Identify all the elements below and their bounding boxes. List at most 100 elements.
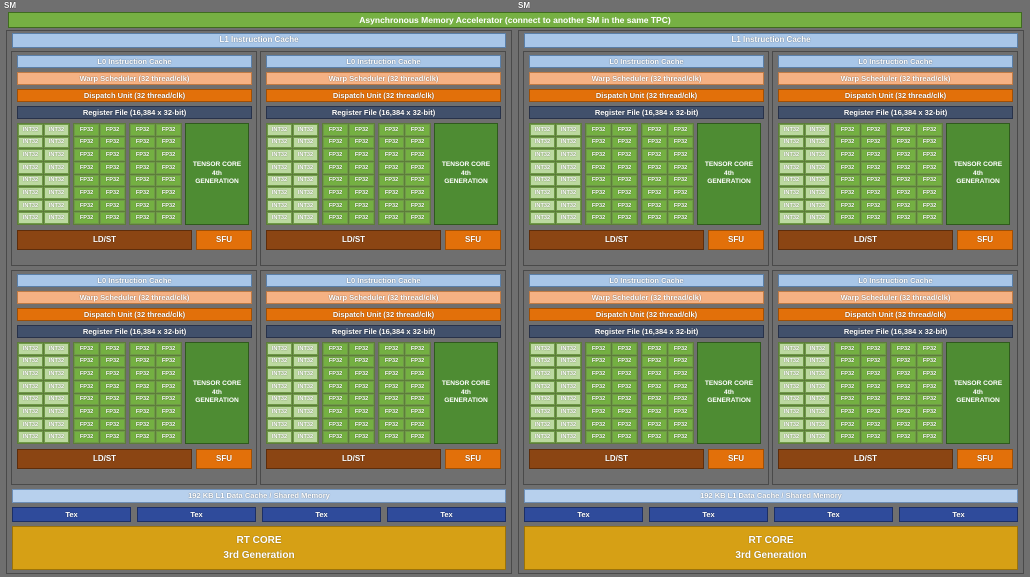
fp32-core-group: FP32FP32FP32FP32FP32FP32FP32FP32FP32FP32… bbox=[890, 123, 943, 225]
int32-core: INT32 bbox=[556, 419, 581, 431]
tensor-core-generation-number: 4th bbox=[973, 170, 983, 179]
int32-core: INT32 bbox=[44, 137, 69, 149]
fp32-core: FP32 bbox=[156, 200, 181, 212]
core-row: INT32INT32 bbox=[18, 368, 69, 380]
int32-core: INT32 bbox=[805, 394, 830, 406]
fp32-core: FP32 bbox=[100, 381, 125, 393]
special-function-unit: SFU bbox=[445, 449, 501, 469]
core-row: FP32FP32 bbox=[642, 356, 693, 368]
fp32-core: FP32 bbox=[612, 356, 637, 368]
fp32-core: FP32 bbox=[405, 419, 430, 431]
fp32-core-group: FP32FP32FP32FP32FP32FP32FP32FP32FP32FP32… bbox=[585, 123, 638, 225]
fp32-core: FP32 bbox=[668, 394, 693, 406]
fp32-core: FP32 bbox=[130, 406, 155, 418]
fp32-core: FP32 bbox=[835, 431, 860, 443]
core-row: FP32FP32 bbox=[642, 137, 693, 149]
warp-scheduler: Warp Scheduler (32 thread/clk) bbox=[529, 72, 764, 85]
core-row: FP32FP32 bbox=[835, 149, 886, 161]
tex-unit: Tex bbox=[12, 507, 131, 522]
core-row: FP32FP32 bbox=[891, 212, 942, 224]
fp32-core: FP32 bbox=[100, 356, 125, 368]
l0-instruction-cache: L0 Instruction Cache bbox=[778, 274, 1013, 287]
tensor-core: TENSOR CORE4thGENERATION bbox=[434, 342, 498, 444]
int32-core: INT32 bbox=[779, 406, 804, 418]
int32-core: INT32 bbox=[779, 431, 804, 443]
fp32-core-group: FP32FP32FP32FP32FP32FP32FP32FP32FP32FP32… bbox=[641, 342, 694, 444]
int32-core: INT32 bbox=[530, 124, 555, 136]
core-row: INT32INT32 bbox=[530, 200, 581, 212]
register-file: Register File (16,384 x 32-bit) bbox=[529, 325, 764, 338]
fp32-core: FP32 bbox=[835, 212, 860, 224]
fp32-core: FP32 bbox=[891, 406, 916, 418]
load-store-unit: LD/ST bbox=[778, 230, 953, 250]
fp32-core: FP32 bbox=[642, 162, 667, 174]
fp32-core: FP32 bbox=[74, 137, 99, 149]
core-row: FP32FP32 bbox=[74, 343, 125, 355]
fp32-core: FP32 bbox=[156, 137, 181, 149]
fp32-core: FP32 bbox=[917, 419, 942, 431]
int32-core: INT32 bbox=[293, 394, 318, 406]
fp32-core: FP32 bbox=[74, 368, 99, 380]
core-row: INT32INT32 bbox=[530, 368, 581, 380]
core-row: INT32INT32 bbox=[530, 137, 581, 149]
fp32-core: FP32 bbox=[100, 175, 125, 187]
core-row: FP32FP32 bbox=[74, 212, 125, 224]
processing-block-0: L0 Instruction Cache Warp Scheduler (32 t… bbox=[523, 51, 769, 266]
core-row: FP32FP32 bbox=[642, 431, 693, 443]
fp32-core: FP32 bbox=[668, 381, 693, 393]
tex-unit: Tex bbox=[387, 507, 506, 522]
fp32-core: FP32 bbox=[668, 368, 693, 380]
fp32-core: FP32 bbox=[349, 419, 374, 431]
core-row: FP32FP32 bbox=[891, 137, 942, 149]
int32-core: INT32 bbox=[293, 212, 318, 224]
fp32-core: FP32 bbox=[917, 149, 942, 161]
int32-core: INT32 bbox=[18, 162, 43, 174]
core-row: FP32FP32 bbox=[586, 406, 637, 418]
fp32-core: FP32 bbox=[586, 149, 611, 161]
core-row: FP32FP32 bbox=[586, 419, 637, 431]
fp32-core: FP32 bbox=[642, 431, 667, 443]
tensor-core: TENSOR CORE4thGENERATION bbox=[185, 342, 249, 444]
fp32-core: FP32 bbox=[130, 431, 155, 443]
core-row: FP32FP32 bbox=[586, 175, 637, 187]
core-row: FP32FP32 bbox=[586, 343, 637, 355]
core-row: FP32FP32 bbox=[891, 175, 942, 187]
fp32-core: FP32 bbox=[642, 212, 667, 224]
int32-core: INT32 bbox=[44, 356, 69, 368]
register-file: Register File (16,384 x 32-bit) bbox=[778, 106, 1013, 119]
register-file: Register File (16,384 x 32-bit) bbox=[17, 106, 252, 119]
core-row: FP32FP32 bbox=[835, 187, 886, 199]
int32-core: INT32 bbox=[530, 200, 555, 212]
int32-core: INT32 bbox=[556, 356, 581, 368]
fp32-core: FP32 bbox=[835, 124, 860, 136]
int32-core: INT32 bbox=[44, 175, 69, 187]
fp32-core: FP32 bbox=[323, 431, 348, 443]
fp32-core: FP32 bbox=[405, 187, 430, 199]
int32-core: INT32 bbox=[530, 137, 555, 149]
fp32-core: FP32 bbox=[586, 175, 611, 187]
core-row: FP32FP32 bbox=[323, 419, 374, 431]
load-store-unit: LD/ST bbox=[266, 449, 441, 469]
fp32-core: FP32 bbox=[586, 162, 611, 174]
fp32-core: FP32 bbox=[405, 368, 430, 380]
fp32-core: FP32 bbox=[405, 200, 430, 212]
l0-instruction-cache: L0 Instruction Cache bbox=[529, 55, 764, 68]
fp32-core: FP32 bbox=[891, 212, 916, 224]
fp32-core: FP32 bbox=[861, 162, 886, 174]
int32-core: INT32 bbox=[267, 394, 292, 406]
processing-block-1: L0 Instruction CacheWarp Scheduler (32 t… bbox=[260, 51, 506, 266]
int32-core: INT32 bbox=[18, 175, 43, 187]
core-row: FP32FP32 bbox=[835, 137, 886, 149]
rt-core-title: RT CORE bbox=[237, 533, 282, 548]
tex-unit-row: TexTexTexTex bbox=[12, 507, 506, 522]
tensor-core: TENSOR CORE4thGENERATION bbox=[946, 123, 1010, 225]
core-row: FP32FP32 bbox=[891, 419, 942, 431]
fp32-core: FP32 bbox=[323, 394, 348, 406]
core-row: FP32FP32 bbox=[323, 381, 374, 393]
fp32-core: FP32 bbox=[130, 419, 155, 431]
core-row: FP32FP32 bbox=[642, 406, 693, 418]
int32-core: INT32 bbox=[779, 200, 804, 212]
fp32-core: FP32 bbox=[891, 175, 916, 187]
int32-core: INT32 bbox=[267, 200, 292, 212]
core-row: FP32FP32 bbox=[130, 406, 181, 418]
